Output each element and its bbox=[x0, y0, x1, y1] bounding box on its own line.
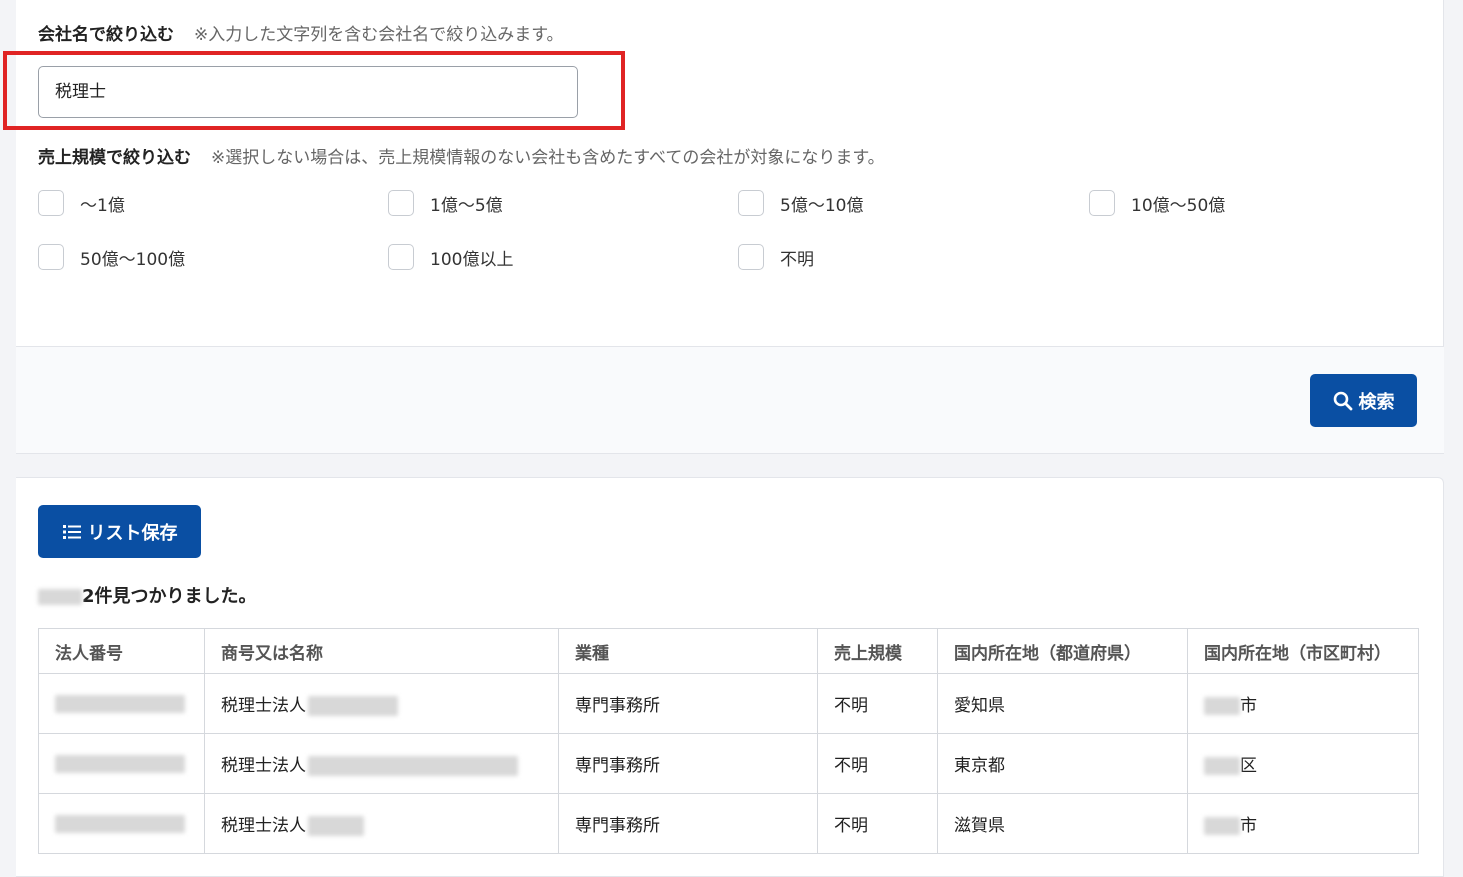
company-name-text: 税理士法人 bbox=[221, 756, 306, 776]
cell-prefecture: 東京都 bbox=[937, 733, 1188, 794]
city-suffix-text: 市 bbox=[1240, 816, 1257, 836]
sales-option-unknown[interactable]: 不明 bbox=[738, 244, 814, 270]
search-icon bbox=[1333, 391, 1352, 410]
redacted-text bbox=[308, 756, 518, 776]
cell-corporate-number bbox=[38, 673, 205, 734]
col-header-city[interactable]: 国内所在地（市区町村） bbox=[1187, 628, 1419, 674]
list-save-button-label: リスト保存 bbox=[87, 522, 178, 544]
cell-sales-scale: 不明 bbox=[817, 673, 938, 734]
cell-city: 市 bbox=[1187, 793, 1419, 854]
cell-prefecture: 愛知県 bbox=[937, 673, 1188, 734]
city-suffix-text: 市 bbox=[1240, 696, 1257, 716]
cell-corporate-number bbox=[38, 793, 205, 854]
list-save-button[interactable]: リスト保存 bbox=[38, 505, 201, 558]
checkbox-label: 不明 bbox=[780, 249, 814, 270]
checkbox[interactable] bbox=[388, 244, 414, 270]
redacted-text bbox=[308, 816, 364, 836]
checkbox[interactable] bbox=[1089, 190, 1115, 216]
redacted-text bbox=[1204, 697, 1240, 715]
redacted-text bbox=[1204, 757, 1240, 775]
sales-scale-filter-heading: 売上規模で絞り込む ※選択しない場合は、売上規模情報のない会社も含めたすべての会社… bbox=[38, 143, 885, 168]
col-header-corporate-number[interactable]: 法人番号 bbox=[38, 628, 205, 674]
checkbox[interactable] bbox=[38, 190, 64, 216]
checkbox[interactable] bbox=[388, 190, 414, 216]
redacted-text bbox=[55, 694, 185, 713]
company-name-filter-label: 会社名で絞り込む bbox=[38, 25, 174, 45]
sales-scale-filter-note: ※選択しない場合は、売上規模情報のない会社も含めたすべての会社が対象になります。 bbox=[211, 148, 885, 168]
col-header-prefecture[interactable]: 国内所在地（都道府県） bbox=[937, 628, 1188, 674]
filter-panel-footer bbox=[16, 346, 1444, 454]
cell-corporate-number bbox=[38, 733, 205, 794]
table-row[interactable]: 税理士法人 専門事務所 不明 愛知県 市 bbox=[38, 673, 1419, 734]
checkbox-label: 1億〜5億 bbox=[430, 195, 503, 216]
cell-company-name: 税理士法人 bbox=[204, 733, 559, 794]
col-header-sales-scale[interactable]: 売上規模 bbox=[817, 628, 938, 674]
cell-city: 市 bbox=[1187, 673, 1419, 734]
table-row[interactable]: 税理士法人 専門事務所 不明 滋賀県 市 bbox=[38, 793, 1419, 854]
search-button-label: 検索 bbox=[1358, 391, 1395, 413]
redacted-text bbox=[55, 754, 185, 773]
result-count: 2件見つかりました。 bbox=[38, 582, 257, 608]
company-name-input[interactable]: 税理士 bbox=[38, 66, 578, 118]
checkbox-label: 〜1億 bbox=[80, 195, 125, 216]
redacted-text bbox=[55, 814, 185, 833]
cell-industry: 専門事務所 bbox=[558, 793, 818, 854]
company-name-filter-heading: 会社名で絞り込む ※入力した文字列を含む会社名で絞り込みます。 bbox=[38, 20, 564, 45]
company-name-filter-note: ※入力した文字列を含む会社名で絞り込みます。 bbox=[194, 25, 564, 45]
cell-company-name: 税理士法人 bbox=[204, 793, 559, 854]
result-count-text: 2件見つかりました。 bbox=[82, 586, 257, 607]
table-row[interactable]: 税理士法人 専門事務所 不明 東京都 区 bbox=[38, 733, 1419, 794]
checkbox-label: 5億〜10億 bbox=[780, 195, 864, 216]
company-name-text: 税理士法人 bbox=[221, 696, 306, 716]
cell-sales-scale: 不明 bbox=[817, 793, 938, 854]
sales-option-5b-10b[interactable]: 50億〜100億 bbox=[38, 244, 185, 270]
sales-scale-filter-label: 売上規模で絞り込む bbox=[38, 148, 191, 168]
col-header-industry[interactable]: 業種 bbox=[558, 628, 818, 674]
checkbox-label: 50億〜100億 bbox=[80, 249, 186, 270]
checkbox[interactable] bbox=[38, 244, 64, 270]
table-header-row: 法人番号 商号又は名称 業種 売上規模 国内所在地（都道府県） 国内所在地（市区… bbox=[38, 628, 1419, 674]
sales-option-100m-500m[interactable]: 1億〜5億 bbox=[388, 190, 503, 216]
city-suffix-text: 区 bbox=[1240, 756, 1257, 776]
sales-option-10b-plus[interactable]: 100億以上 bbox=[388, 244, 513, 270]
checkbox[interactable] bbox=[738, 244, 764, 270]
list-icon bbox=[62, 524, 81, 539]
cell-prefecture: 滋賀県 bbox=[937, 793, 1188, 854]
sales-option-500m-1b[interactable]: 5億〜10億 bbox=[738, 190, 863, 216]
col-header-company-name[interactable]: 商号又は名称 bbox=[204, 628, 559, 674]
search-button[interactable]: 検索 bbox=[1310, 374, 1417, 427]
checkbox-label: 100億以上 bbox=[430, 249, 514, 270]
redacted-text bbox=[1204, 817, 1240, 835]
cell-city: 区 bbox=[1187, 733, 1419, 794]
cell-company-name: 税理士法人 bbox=[204, 673, 559, 734]
results-table: 法人番号 商号又は名称 業種 売上規模 国内所在地（都道府県） 国内所在地（市区… bbox=[38, 628, 1419, 854]
cell-sales-scale: 不明 bbox=[817, 733, 938, 794]
cell-industry: 専門事務所 bbox=[558, 733, 818, 794]
cell-industry: 専門事務所 bbox=[558, 673, 818, 734]
sales-option-up-to-100m[interactable]: 〜1億 bbox=[38, 190, 125, 216]
checkbox-label: 10億〜50億 bbox=[1131, 195, 1226, 216]
redacted-text bbox=[308, 696, 398, 716]
company-name-text: 税理士法人 bbox=[221, 816, 306, 836]
sales-option-1b-5b[interactable]: 10億〜50億 bbox=[1089, 190, 1225, 216]
checkbox[interactable] bbox=[738, 190, 764, 216]
redacted-count bbox=[38, 589, 82, 605]
